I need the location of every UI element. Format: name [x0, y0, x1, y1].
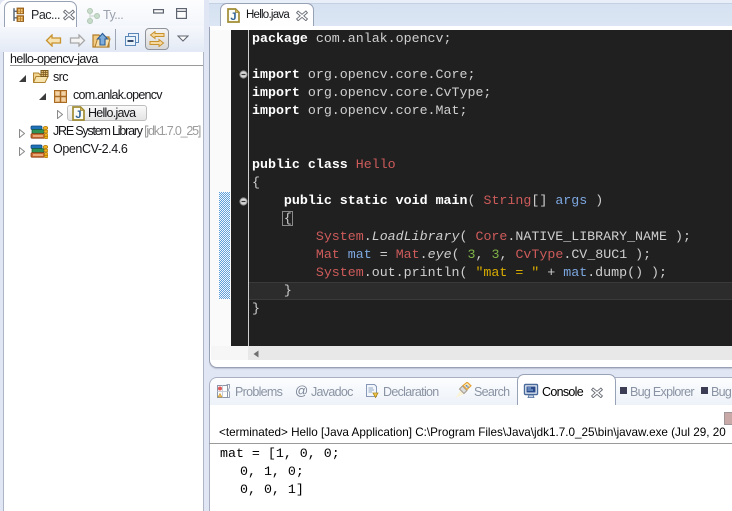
svg-text:J: J [230, 11, 236, 23]
svg-text:J: J [75, 109, 81, 121]
